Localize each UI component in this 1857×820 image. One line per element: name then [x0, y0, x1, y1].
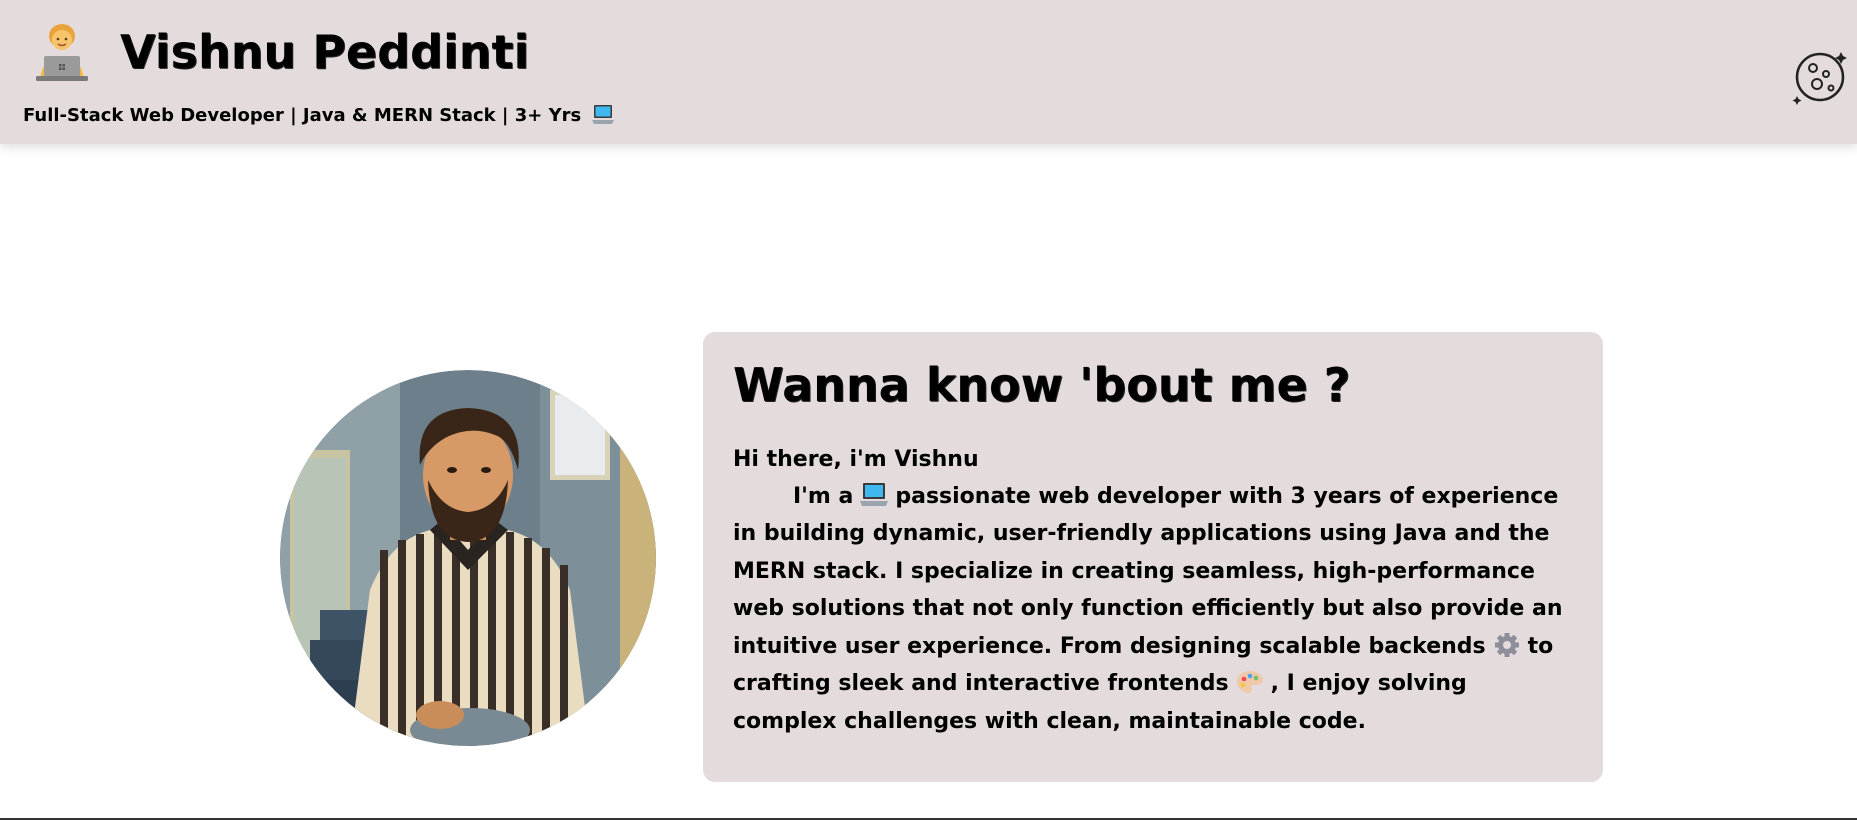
laptop-emoji-icon	[592, 105, 615, 124]
about-body-part2: passionate web developer with 3 years of…	[733, 483, 1563, 659]
about-body: I'm a passionate web developer with 3 yea…	[733, 478, 1573, 741]
about-title: Wanna know 'bout me ?	[733, 358, 1351, 412]
site-title: Vishnu Peddinti	[120, 25, 530, 79]
brand: Vishnu Peddinti	[30, 20, 529, 84]
moon-icon[interactable]	[1789, 46, 1851, 108]
tagline-text: Full-Stack Web Developer | Java & MERN S…	[23, 104, 582, 126]
about-body-part1: I'm a	[793, 483, 854, 509]
tagline: Full-Stack Web Developer | Java & MERN S…	[23, 104, 615, 126]
gear-emoji-icon	[1494, 632, 1519, 657]
profile-illustration	[280, 370, 656, 746]
site-header: Vishnu Peddinti Full-Stack Web Developer…	[0, 0, 1857, 144]
palette-emoji-icon	[1236, 671, 1263, 694]
technologist-emoji-icon	[36, 24, 88, 81]
laptop-emoji-icon	[860, 482, 889, 506]
about-card: Wanna know 'bout me ? Hi there, i'm Vish…	[703, 332, 1603, 782]
profile-portrait	[280, 370, 656, 746]
about-greeting: Hi there, i'm Vishnu	[733, 446, 979, 472]
